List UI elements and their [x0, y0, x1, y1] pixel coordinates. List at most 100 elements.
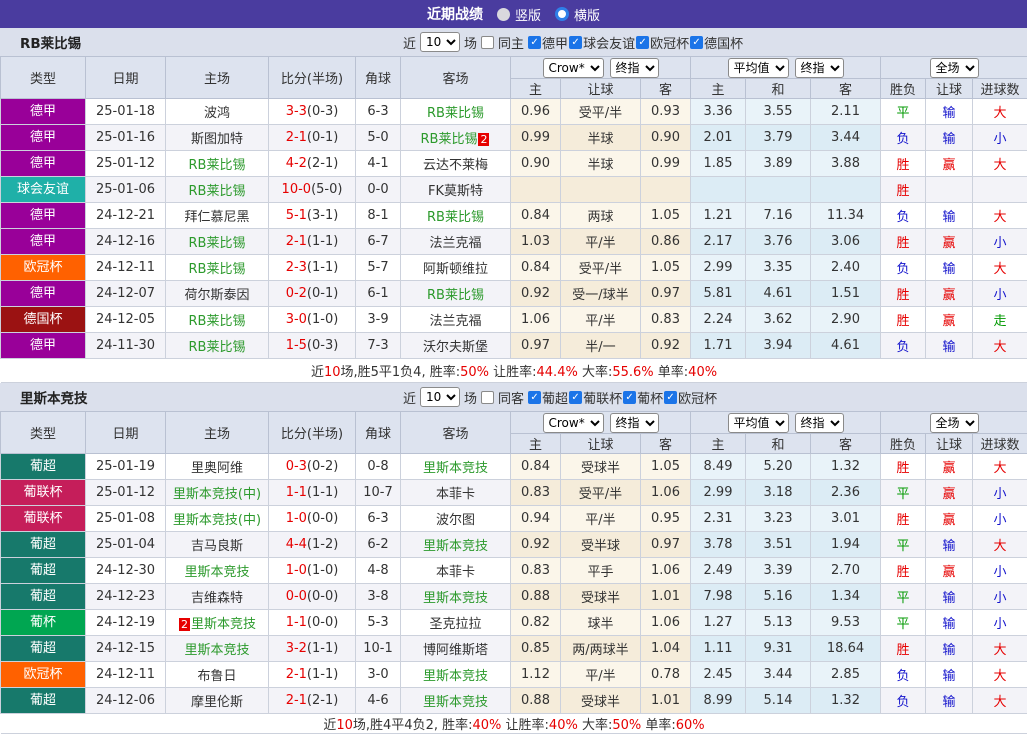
league-checkbox[interactable]: ✓ [569, 36, 582, 49]
league-checkbox[interactable]: ✓ [528, 391, 541, 404]
away-team-name[interactable]: RB莱比锡 [427, 106, 484, 121]
same-venue-checkbox[interactable] [481, 391, 494, 404]
home-team-name[interactable]: 吉马良斯 [191, 539, 243, 554]
home-team-name[interactable]: RB莱比锡 [189, 340, 246, 355]
fullmatch-select[interactable]: 全场 [930, 413, 979, 433]
home-team-name[interactable]: 里斯本竞技 [191, 617, 256, 632]
home-team-name[interactable]: 拜仁慕尼黑 [184, 210, 249, 225]
home-team-name[interactable]: RB莱比锡 [189, 184, 246, 199]
avg-time-select[interactable]: 终指 [795, 413, 844, 433]
home-team-name[interactable]: RB莱比锡 [189, 262, 246, 277]
home-team-name[interactable]: 里斯本竞技 [184, 565, 249, 580]
away-team-name[interactable]: RB莱比锡 [421, 132, 478, 147]
radio-vertical-icon[interactable] [497, 8, 510, 21]
avg-away-odds: 3.06 [811, 229, 881, 255]
league-filter-label[interactable]: 德甲 [542, 33, 568, 52]
home-team-name[interactable]: RB莱比锡 [189, 236, 246, 251]
away-team-name[interactable]: 波尔图 [436, 513, 475, 528]
same-venue-label[interactable]: 同客 [498, 388, 524, 407]
crow-home-odds: 0.99 [511, 125, 561, 151]
odds-time-select[interactable]: 终指 [610, 58, 659, 78]
home-team-name[interactable]: 波鸿 [204, 106, 230, 121]
radio-horizontal-icon[interactable] [555, 7, 569, 21]
handicap-line: 平手 [561, 558, 641, 584]
avg-source-select[interactable]: 平均值 [728, 413, 789, 433]
summary-part: 场,胜4平4负2, 胜率: [353, 718, 473, 733]
league-filter-label[interactable]: 葡杯 [637, 388, 663, 407]
odds-source-select[interactable]: Crow* [543, 413, 604, 433]
halftime-score: (5-0) [311, 182, 342, 197]
home-team-name[interactable]: 布鲁日 [197, 669, 236, 684]
halftime-score: (0-2) [307, 459, 338, 474]
handicap-result: 输 [926, 636, 973, 662]
home-team-name[interactable]: 里奥阿维 [191, 461, 243, 476]
league-filter-label[interactable]: 德国杯 [704, 33, 743, 52]
avg-source-select[interactable]: 平均值 [728, 58, 789, 78]
league-checkbox[interactable]: ✓ [623, 391, 636, 404]
home-team-name[interactable]: 里斯本竞技(中) [173, 513, 261, 528]
away-team-name[interactable]: 博阿维斯塔 [423, 643, 488, 658]
goals-result [973, 177, 1027, 203]
league-filter-label[interactable]: 球会友谊 [583, 33, 635, 52]
same-venue-checkbox[interactable] [481, 36, 494, 49]
league-filter-label[interactable]: 欧冠杯 [650, 33, 689, 52]
away-team-name[interactable]: 法兰克福 [429, 314, 481, 329]
away-team-name[interactable]: RB莱比锡 [427, 288, 484, 303]
away-team-name[interactable]: 里斯本竞技 [423, 539, 488, 554]
layout-option-horizontal[interactable]: 横版 [555, 5, 600, 24]
league-filter-label[interactable]: 葡联杯 [583, 388, 622, 407]
home-team-name[interactable]: 里斯本竞技 [184, 643, 249, 658]
home-team-name[interactable]: 斯图加特 [191, 132, 243, 147]
league-filter-label[interactable]: 葡超 [542, 388, 568, 407]
away-team-name[interactable]: 阿斯顿维拉 [423, 262, 488, 277]
away-team-name[interactable]: 里斯本竞技 [423, 669, 488, 684]
match-league-cell: 葡联杯 [1, 480, 86, 506]
home-team-name[interactable]: 里斯本竞技(中) [173, 487, 261, 502]
away-team-name[interactable]: 圣克拉拉 [429, 617, 481, 632]
team-section-sporting: 里斯本竞技 近 10 场 同客 ✓葡超✓葡联杯✓葡杯✓欧冠杯 类型 日期 主场 … [0, 383, 1027, 734]
away-team-name[interactable]: 里斯本竞技 [423, 695, 488, 710]
away-team-name[interactable]: RB莱比锡 [427, 210, 484, 225]
away-team-name[interactable]: 本菲卡 [436, 565, 475, 580]
league-checkbox[interactable]: ✓ [690, 36, 703, 49]
league-checkbox[interactable]: ✓ [664, 391, 677, 404]
match-date: 24-12-30 [86, 558, 166, 584]
near-count-select[interactable]: 10 [420, 387, 460, 407]
away-team-name[interactable]: 里斯本竞技 [423, 591, 488, 606]
fulltime-result: 胜 [881, 307, 926, 333]
near-count-select[interactable]: 10 [420, 32, 460, 52]
home-team-name[interactable]: 摩里伦斯 [191, 695, 243, 710]
away-team-name[interactable]: 本菲卡 [436, 487, 475, 502]
league-checkbox[interactable]: ✓ [528, 36, 541, 49]
matches-label: 场 [464, 33, 477, 52]
avg-draw-odds: 3.39 [746, 558, 811, 584]
away-team-name[interactable]: 沃尔夫斯堡 [423, 340, 488, 355]
fulltime-result: 胜 [881, 281, 926, 307]
fulltime-result: 平 [881, 480, 926, 506]
away-team-name[interactable]: 法兰克福 [429, 236, 481, 251]
sub-col-away-odds: 客 [641, 79, 691, 99]
handicap-result: 输 [926, 333, 973, 359]
odds-time-select[interactable]: 终指 [610, 413, 659, 433]
home-team-name[interactable]: RB莱比锡 [189, 158, 246, 173]
same-venue-label[interactable]: 同主 [498, 33, 524, 52]
league-checkbox[interactable]: ✓ [636, 36, 649, 49]
away-team-name[interactable]: FK莫斯特 [428, 184, 483, 199]
avg-time-select[interactable]: 终指 [795, 58, 844, 78]
home-team-name[interactable]: 荷尔斯泰因 [184, 288, 249, 303]
summary-part: 40% [549, 718, 578, 733]
away-team-name[interactable]: 里斯本竞技 [423, 461, 488, 476]
layout-option-vertical[interactable]: 竖版 [497, 5, 541, 24]
topbar: 近期战绩 竖版 横版 [0, 0, 1027, 28]
league-filter-label[interactable]: 欧冠杯 [678, 388, 717, 407]
home-team-name[interactable]: RB莱比锡 [189, 314, 246, 329]
league-checkbox[interactable]: ✓ [569, 391, 582, 404]
odds-source-select[interactable]: Crow* [543, 58, 604, 78]
home-team-name[interactable]: 吉维森特 [191, 591, 243, 606]
fullmatch-select[interactable]: 全场 [930, 58, 979, 78]
halftime-score: (0-0) [307, 615, 338, 630]
league-badge: 德甲 [1, 229, 85, 254]
score-cell: 2-1(1-1) [269, 229, 356, 255]
away-team-name[interactable]: 云达不莱梅 [423, 158, 488, 173]
avg-away-odds: 4.61 [811, 333, 881, 359]
